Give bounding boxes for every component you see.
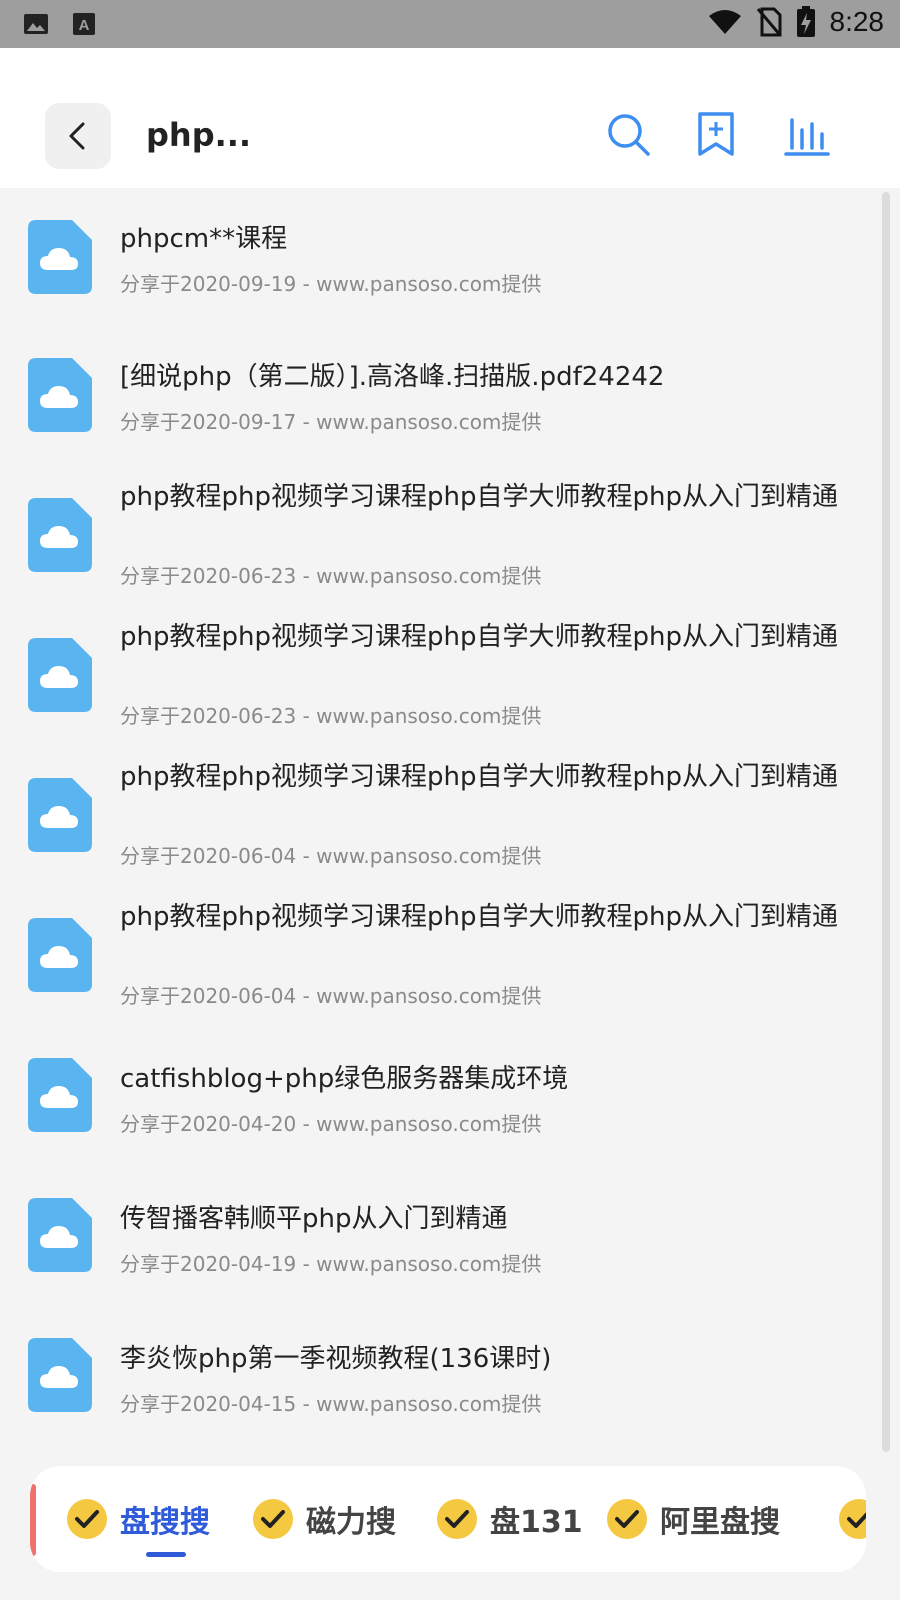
source-tabbar: 盘搜搜 磁力搜 盘131 阿里盘搜 bbox=[30, 1466, 866, 1572]
item-title: [细说php（第二版）].高洛峰.扫描版.pdf24242 bbox=[120, 362, 665, 392]
cloud-file-icon bbox=[28, 1198, 92, 1272]
cloud-file-icon bbox=[28, 498, 92, 572]
bar-chart-icon[interactable] bbox=[782, 110, 830, 158]
wifi-icon bbox=[708, 10, 741, 34]
tab-label: 阿里盘搜 bbox=[660, 1505, 780, 1540]
page-title: php... bbox=[146, 116, 252, 154]
cloud-file-icon bbox=[28, 358, 92, 432]
tab-alipansou[interactable]: 阿里盘搜 bbox=[606, 1466, 780, 1572]
bookmark-add-icon[interactable] bbox=[692, 110, 740, 158]
item-meta: 分享于2020-06-04 - www.pansoso.com提供 bbox=[120, 844, 542, 868]
list-item[interactable]: php教程php视频学习课程php自学大师教程php从入门到精通 分享于2020… bbox=[0, 468, 880, 608]
app-header: php... bbox=[0, 48, 900, 188]
list-item[interactable]: phpcm**课程 分享于2020-09-19 - www.pansoso.co… bbox=[0, 188, 880, 328]
item-meta: 分享于2020-09-17 - www.pansoso.com提供 bbox=[120, 410, 542, 434]
tab-pansousou[interactable]: 盘搜搜 bbox=[66, 1466, 210, 1572]
check-circle-icon bbox=[437, 1499, 477, 1539]
search-icon[interactable] bbox=[604, 110, 652, 158]
font-icon: A bbox=[73, 13, 95, 35]
item-meta: 分享于2020-04-15 - www.pansoso.com提供 bbox=[120, 1392, 542, 1416]
item-title: phpcm**课程 bbox=[120, 224, 288, 254]
status-time: 8:28 bbox=[829, 6, 885, 37]
cloud-file-icon bbox=[28, 778, 92, 852]
cloud-file-icon bbox=[28, 1058, 92, 1132]
active-tab-indicator bbox=[146, 1552, 186, 1557]
back-button[interactable] bbox=[45, 103, 111, 169]
results-list: phpcm**课程 分享于2020-09-19 - www.pansoso.co… bbox=[0, 188, 900, 1458]
item-title: 传智播客韩顺平php从入门到精通 bbox=[120, 1204, 508, 1234]
check-circle-icon bbox=[839, 1499, 866, 1539]
item-title: 李炎恢php第一季视频教程(136课时) bbox=[120, 1344, 552, 1374]
list-item[interactable]: php教程php视频学习课程php自学大师教程php从入门到精通 分享于2020… bbox=[0, 608, 880, 748]
list-item[interactable]: php教程php视频学习课程php自学大师教程php从入门到精通 分享于2020… bbox=[0, 888, 880, 1028]
check-circle-icon bbox=[253, 1499, 293, 1539]
cloud-file-icon bbox=[28, 638, 92, 712]
status-bar: A 8:28 bbox=[0, 0, 900, 48]
cloud-file-icon bbox=[28, 918, 92, 992]
item-meta: 分享于2020-04-20 - www.pansoso.com提供 bbox=[120, 1112, 542, 1136]
tab-cilisou[interactable]: 磁力搜 bbox=[252, 1466, 396, 1572]
tab-label: 磁力搜 bbox=[306, 1505, 396, 1540]
chevron-left-icon bbox=[69, 122, 85, 150]
tab-more[interactable] bbox=[838, 1466, 866, 1572]
item-title: php教程php视频学习课程php自学大师教程php从入门到精通 bbox=[120, 762, 838, 792]
item-meta: 分享于2020-06-04 - www.pansoso.com提供 bbox=[120, 984, 542, 1008]
tab-pan131[interactable]: 盘131 bbox=[436, 1466, 583, 1572]
svg-text:A: A bbox=[79, 17, 90, 34]
check-circle-icon bbox=[67, 1499, 107, 1539]
no-sim-icon bbox=[756, 7, 781, 37]
item-title: php教程php视频学习课程php自学大师教程php从入门到精通 bbox=[120, 622, 838, 652]
list-item[interactable]: 李炎恢php第一季视频教程(136课时) 分享于2020-04-15 - www… bbox=[0, 1308, 880, 1448]
list-item[interactable]: [细说php（第二版）].高洛峰.扫描版.pdf24242 分享于2020-09… bbox=[0, 328, 880, 468]
scrollbar[interactable] bbox=[882, 192, 890, 1452]
cloud-file-icon bbox=[28, 1338, 92, 1412]
item-meta: 分享于2020-06-23 - www.pansoso.com提供 bbox=[120, 564, 542, 588]
tab-label: 盘搜搜 bbox=[120, 1505, 210, 1540]
item-title: php教程php视频学习课程php自学大师教程php从入门到精通 bbox=[120, 902, 838, 932]
check-circle-icon bbox=[607, 1499, 647, 1539]
battery-charging-icon bbox=[796, 6, 815, 37]
list-item[interactable]: 传智播客韩顺平php从入门到精通 分享于2020-04-19 - www.pan… bbox=[0, 1168, 880, 1308]
item-meta: 分享于2020-09-19 - www.pansoso.com提供 bbox=[120, 272, 542, 296]
item-meta: 分享于2020-06-23 - www.pansoso.com提供 bbox=[120, 704, 542, 728]
list-item[interactable]: catfishblog+php绿色服务器集成环境 分享于2020-04-20 -… bbox=[0, 1028, 880, 1168]
cloud-file-icon bbox=[28, 220, 92, 294]
item-meta: 分享于2020-04-19 - www.pansoso.com提供 bbox=[120, 1252, 542, 1276]
item-title: php教程php视频学习课程php自学大师教程php从入门到精通 bbox=[120, 482, 838, 512]
item-title: catfishblog+php绿色服务器集成环境 bbox=[120, 1064, 569, 1094]
image-icon bbox=[24, 14, 48, 34]
list-item[interactable]: php教程php视频学习课程php自学大师教程php从入门到精通 分享于2020… bbox=[0, 748, 880, 888]
tabbar-accent bbox=[30, 1484, 36, 1556]
tab-label: 盘131 bbox=[490, 1505, 583, 1540]
